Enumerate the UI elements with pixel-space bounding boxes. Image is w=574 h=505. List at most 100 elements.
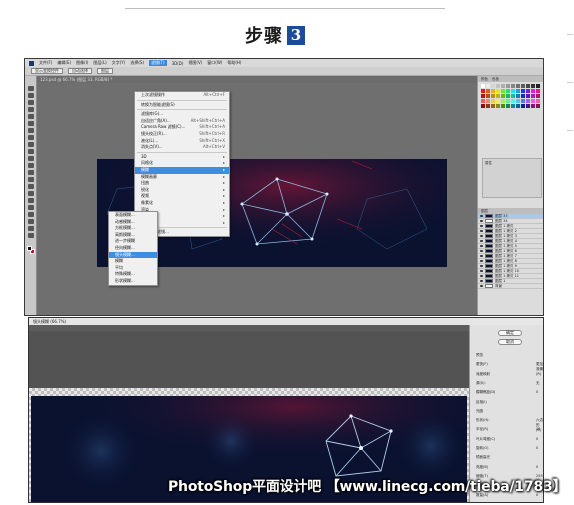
eye-icon[interactable] bbox=[480, 220, 483, 222]
color-swatch[interactable] bbox=[506, 99, 510, 103]
menu-item[interactable]: 消失点(V)... Alt+Ctrl+V bbox=[135, 144, 229, 151]
color-swatch[interactable] bbox=[486, 84, 490, 88]
menu-item[interactable]: 特殊模糊... bbox=[109, 271, 157, 278]
color-swatch[interactable] bbox=[506, 94, 510, 98]
color-swatch[interactable] bbox=[516, 89, 520, 93]
tab-swatches[interactable]: 色板 bbox=[492, 77, 499, 82]
menu-item[interactable]: 进一步模糊 bbox=[109, 238, 157, 245]
color-swatch[interactable] bbox=[521, 104, 525, 108]
color-swatch[interactable] bbox=[481, 94, 485, 98]
color-swatch[interactable] bbox=[521, 99, 525, 103]
color-swatch[interactable] bbox=[481, 99, 485, 103]
menu-item[interactable]: 锐化 ▸ bbox=[135, 187, 229, 194]
color-swatch[interactable] bbox=[481, 104, 485, 108]
tool-icon[interactable] bbox=[28, 93, 34, 98]
color-swatch[interactable] bbox=[526, 89, 530, 93]
color-swatch[interactable] bbox=[511, 89, 515, 93]
color-swatch[interactable] bbox=[491, 99, 495, 103]
menu-7[interactable]: 3D(D) bbox=[172, 61, 184, 66]
tool-icon[interactable] bbox=[28, 135, 34, 140]
setting-value[interactable]: 0 bbox=[536, 390, 538, 394]
color-swatch[interactable] bbox=[516, 84, 520, 88]
tool-icon[interactable] bbox=[28, 86, 34, 91]
menu-item[interactable]: 风格化 ▸ bbox=[135, 160, 229, 167]
menu-item[interactable]: 视频 ▸ bbox=[135, 193, 229, 200]
color-swatch[interactable] bbox=[486, 99, 490, 103]
setting-value[interactable]: 无 bbox=[536, 381, 540, 386]
setting-value[interactable]: 15 bbox=[536, 427, 540, 431]
menu-item[interactable]: 滤镜库(G)... bbox=[135, 111, 229, 118]
tool-icon[interactable] bbox=[28, 142, 34, 147]
color-swatch[interactable] bbox=[511, 104, 515, 108]
tool-icon[interactable] bbox=[28, 107, 34, 112]
color-swatch[interactable] bbox=[536, 94, 540, 98]
menu-6[interactable]: 滤镜(T) bbox=[149, 60, 167, 66]
color-swatch[interactable] bbox=[516, 99, 520, 103]
tool-icon[interactable] bbox=[28, 198, 34, 203]
tool-icon[interactable] bbox=[28, 184, 34, 189]
color-swatch[interactable] bbox=[521, 84, 525, 88]
menu-10[interactable]: 帮助(H) bbox=[227, 60, 241, 66]
option-1[interactable]: 自动选择 bbox=[68, 68, 92, 74]
color-swatch[interactable] bbox=[516, 104, 520, 108]
tool-icon[interactable] bbox=[28, 177, 34, 182]
tool-icon[interactable] bbox=[28, 121, 34, 126]
setting-value[interactable]: 更加准确(R) bbox=[536, 362, 543, 376]
menu-item[interactable]: Camera Raw 滤镜(C)... Shift+Ctrl+A bbox=[135, 124, 229, 131]
color-swatch[interactable] bbox=[481, 84, 485, 88]
ok-button[interactable]: 确定 bbox=[498, 330, 522, 336]
color-swatch[interactable] bbox=[496, 99, 500, 103]
color-swatch[interactable] bbox=[506, 89, 510, 93]
color-swatch[interactable] bbox=[511, 94, 515, 98]
setting-value[interactable]: 255 bbox=[536, 474, 543, 478]
menu-8[interactable]: 视图(V) bbox=[188, 60, 202, 66]
cancel-button[interactable]: 取消 bbox=[498, 339, 522, 345]
menu-item[interactable]: 表面模糊... bbox=[109, 212, 157, 219]
menu-item[interactable]: 形状模糊... bbox=[109, 278, 157, 285]
tool-icon[interactable] bbox=[28, 149, 34, 154]
color-swatch[interactable] bbox=[536, 99, 540, 103]
color-swatch[interactable] bbox=[521, 94, 525, 98]
tab-layers[interactable]: 图层 bbox=[481, 209, 488, 214]
tool-icon[interactable] bbox=[28, 226, 34, 231]
color-swatch[interactable] bbox=[496, 104, 500, 108]
menu-item[interactable]: 镜头校正(R)... Shift+Ctrl+R bbox=[135, 131, 229, 138]
color-swatch[interactable] bbox=[526, 94, 530, 98]
color-swatch[interactable] bbox=[496, 89, 500, 93]
eye-icon[interactable] bbox=[480, 265, 483, 267]
eye-icon[interactable] bbox=[480, 240, 483, 242]
tool-icon[interactable] bbox=[28, 114, 34, 119]
color-swatch[interactable] bbox=[491, 89, 495, 93]
color-swatch[interactable] bbox=[516, 94, 520, 98]
eye-icon[interactable] bbox=[480, 230, 483, 232]
menu-4[interactable]: 文字(Y) bbox=[112, 60, 126, 66]
eye-icon[interactable] bbox=[480, 245, 483, 247]
color-swatch[interactable] bbox=[501, 94, 505, 98]
tool-icon[interactable] bbox=[28, 163, 34, 168]
menu-3[interactable]: 图层(L) bbox=[93, 60, 106, 66]
menu-9[interactable]: 窗口(W) bbox=[207, 60, 222, 66]
color-swatch[interactable] bbox=[536, 104, 540, 108]
eye-icon[interactable] bbox=[480, 235, 483, 237]
eye-icon[interactable] bbox=[480, 285, 483, 287]
eye-icon[interactable] bbox=[480, 270, 483, 272]
option-2[interactable]: 图层 bbox=[97, 68, 113, 74]
eye-icon[interactable] bbox=[480, 280, 483, 282]
menu-0[interactable]: 文件(F) bbox=[39, 60, 52, 66]
color-swatch[interactable] bbox=[521, 89, 525, 93]
menu-item[interactable]: 转换为智能滤镜(S) bbox=[135, 102, 229, 109]
tool-icon[interactable] bbox=[28, 212, 34, 217]
color-swatch[interactable] bbox=[511, 99, 515, 103]
eye-icon[interactable] bbox=[480, 250, 483, 252]
color-swatch[interactable] bbox=[511, 84, 515, 88]
eye-icon[interactable] bbox=[480, 215, 483, 217]
menu-2[interactable]: 图像(I) bbox=[76, 60, 88, 66]
eye-icon[interactable] bbox=[480, 255, 483, 257]
color-swatch[interactable] bbox=[486, 89, 490, 93]
eye-icon[interactable] bbox=[480, 225, 483, 227]
tool-icon[interactable] bbox=[28, 191, 34, 196]
color-swatch[interactable] bbox=[501, 99, 505, 103]
color-swatch[interactable] bbox=[491, 104, 495, 108]
color-swatch[interactable] bbox=[531, 89, 535, 93]
menu-item[interactable]: 径向模糊... bbox=[109, 245, 157, 252]
